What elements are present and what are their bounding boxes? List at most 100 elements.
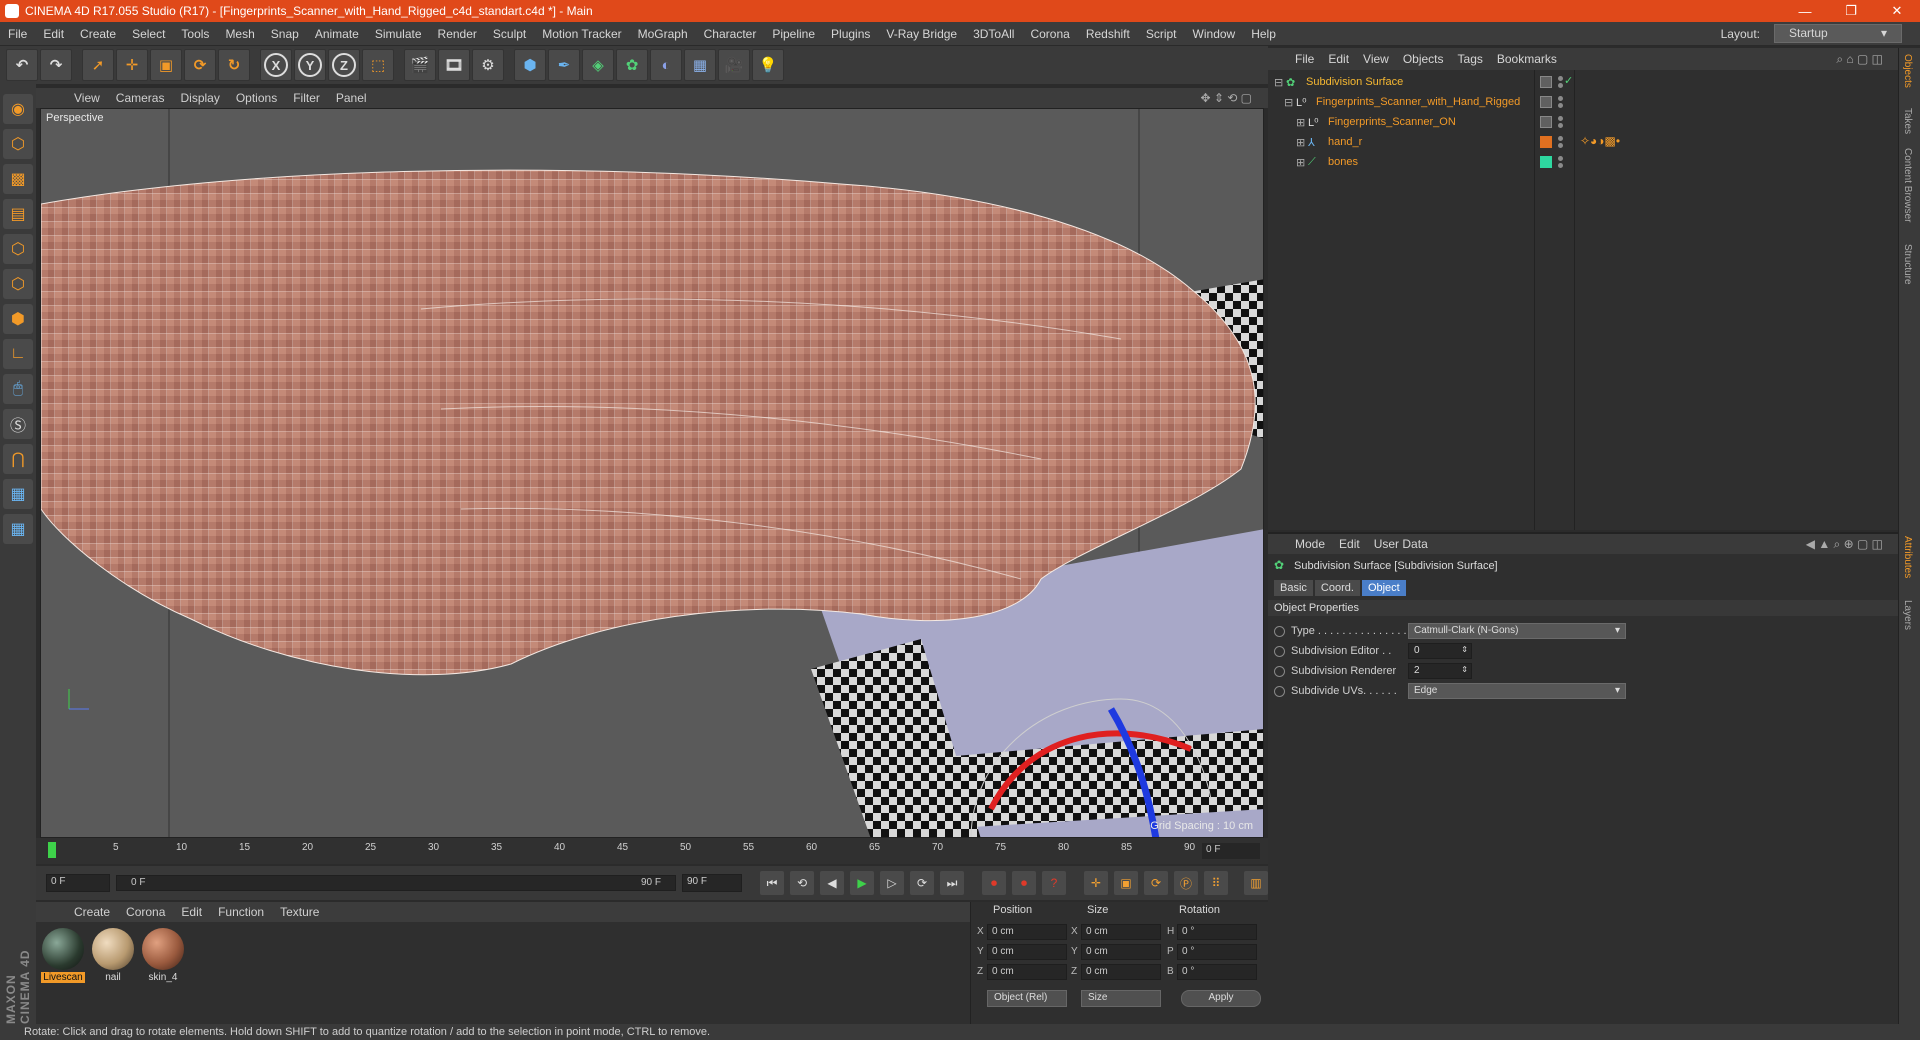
- perspective-viewport[interactable]: Perspective Grid Spacing : 10 cm: [40, 108, 1264, 838]
- animate-radio[interactable]: [1274, 625, 1285, 637]
- pen-button[interactable]: ✒: [548, 49, 580, 81]
- render-visibility-dot[interactable]: [1558, 103, 1563, 108]
- next-frame-button[interactable]: ▷: [880, 871, 904, 895]
- enabled-check-icon[interactable]: ✓: [1564, 74, 1573, 87]
- editor-visibility-dot[interactable]: [1558, 76, 1563, 81]
- menu-sculpt[interactable]: Sculpt: [485, 27, 534, 41]
- play-button[interactable]: ▶: [850, 871, 874, 895]
- object-menu-tags[interactable]: Tags: [1451, 52, 1490, 66]
- attributes-menu-edit[interactable]: Edit: [1332, 537, 1367, 551]
- redo-button[interactable]: ↷: [40, 49, 72, 81]
- menu-script[interactable]: Script: [1138, 27, 1185, 41]
- viewport-menu-panel[interactable]: Panel: [328, 91, 375, 105]
- key-scale-button[interactable]: ▣: [1114, 871, 1138, 895]
- frame-range-slider[interactable]: 0 F 90 F: [116, 875, 676, 891]
- autokey-button[interactable]: ⏺: [1012, 871, 1036, 895]
- x-axis-button[interactable]: X: [260, 49, 292, 81]
- menu-tools[interactable]: Tools: [173, 27, 217, 41]
- cube-button[interactable]: ⬢: [514, 49, 546, 81]
- editor-visibility-dot[interactable]: [1558, 136, 1563, 141]
- key-pla-button[interactable]: ⠿: [1204, 871, 1228, 895]
- subdivide-uvs-dropdown[interactable]: Edge ▾: [1408, 683, 1626, 699]
- object-menu-bookmarks[interactable]: Bookmarks: [1490, 52, 1564, 66]
- record-button[interactable]: ⏺: [982, 871, 1006, 895]
- key-position-button[interactable]: ✛: [1084, 871, 1108, 895]
- close-button[interactable]: ✕: [1874, 0, 1920, 22]
- animate-radio[interactable]: [1274, 685, 1285, 697]
- material-menu-create[interactable]: Create: [66, 905, 118, 919]
- deformer-button[interactable]: ◐: [650, 49, 682, 81]
- side-tab-content-browser[interactable]: Content Browser: [1902, 148, 1913, 222]
- side-tab-structure[interactable]: Structure: [1902, 244, 1913, 285]
- previous-frame-button[interactable]: ◀: [820, 871, 844, 895]
- magnet-button[interactable]: ⋂: [3, 444, 33, 474]
- menu-3dtoall[interactable]: 3DToAll: [965, 27, 1022, 41]
- timeline-ruler[interactable]: 0 5 10 15 20 25 30 35 40 45 50 55 60 65 …: [36, 838, 1268, 864]
- keyframe-selection-button[interactable]: ?: [1042, 871, 1066, 895]
- lock-workplane-button[interactable]: ▦: [3, 479, 33, 509]
- menu-create[interactable]: Create: [72, 27, 124, 41]
- menu-animate[interactable]: Animate: [307, 27, 367, 41]
- subdivision-renderer-field[interactable]: 2 ⇕: [1408, 663, 1472, 679]
- object-row[interactable]: ⊟ ✿ Subdivision Surface ✓: [1268, 72, 1898, 92]
- attributes-menu-user-data[interactable]: User Data: [1367, 537, 1435, 551]
- current-frame-field[interactable]: 0 F: [1202, 843, 1260, 859]
- editor-visibility-dot[interactable]: [1558, 96, 1563, 101]
- side-tab-layers[interactable]: Layers: [1902, 600, 1913, 630]
- object-menu-view[interactable]: View: [1356, 52, 1396, 66]
- render-visibility-dot[interactable]: [1558, 123, 1563, 128]
- floor-button[interactable]: ▦: [684, 49, 716, 81]
- side-tab-attributes[interactable]: Attributes: [1902, 536, 1913, 578]
- go-to-end-button[interactable]: ⏭: [940, 871, 964, 895]
- position-x-field[interactable]: 0 cm: [987, 924, 1067, 940]
- viewport-menu-view[interactable]: View: [66, 91, 108, 105]
- menu-mesh[interactable]: Mesh: [217, 27, 262, 41]
- position-z-field[interactable]: 0 cm: [987, 964, 1067, 980]
- y-axis-button[interactable]: Y: [294, 49, 326, 81]
- make-editable-button[interactable]: ◉: [3, 94, 33, 124]
- axis-mode-button[interactable]: ∟: [3, 339, 33, 369]
- viewport-menu-cameras[interactable]: Cameras: [108, 91, 173, 105]
- object-row[interactable]: ⊞ ⅄ hand_r ✧◕◑▩•: [1268, 132, 1898, 152]
- render-visibility-dot[interactable]: [1558, 163, 1563, 168]
- minimize-button[interactable]: —: [1782, 0, 1828, 22]
- menu-motion-tracker[interactable]: Motion Tracker: [534, 27, 629, 41]
- material-swatch[interactable]: skin_4: [140, 928, 186, 983]
- menu-corona[interactable]: Corona: [1022, 27, 1077, 41]
- menu-vray-bridge[interactable]: V-Ray Bridge: [878, 27, 965, 41]
- menu-file[interactable]: File: [0, 27, 35, 41]
- object-row[interactable]: ⊞ L⁰ Fingerprints_Scanner_ON: [1268, 112, 1898, 132]
- camera-button[interactable]: 🎥: [718, 49, 750, 81]
- attributes-nav-icons[interactable]: ◀ ▲ ⌕ ⊕ ▢ ◫: [1799, 537, 1890, 552]
- viewport-menu-filter[interactable]: Filter: [285, 91, 328, 105]
- object-menu-edit[interactable]: Edit: [1321, 52, 1356, 66]
- render-visibility-dot[interactable]: [1558, 143, 1563, 148]
- previous-key-button[interactable]: ⟲: [790, 871, 814, 895]
- viewport-nav-icons[interactable]: ✥ ⇕ ⟲ ▢: [1192, 91, 1260, 105]
- rotate-button[interactable]: ⟳: [184, 49, 216, 81]
- viewport-menu-display[interactable]: Display: [172, 91, 227, 105]
- planar-workplane-button[interactable]: ▦: [3, 514, 33, 544]
- tab-basic[interactable]: Basic: [1274, 580, 1313, 596]
- size-y-field[interactable]: 0 cm: [1081, 944, 1161, 960]
- apply-button[interactable]: Apply: [1181, 990, 1261, 1007]
- material-menu-function[interactable]: Function: [210, 905, 272, 919]
- animate-radio[interactable]: [1274, 645, 1285, 657]
- material-swatch[interactable]: Livescan: [40, 928, 86, 983]
- key-rotation-button[interactable]: ⟳: [1144, 871, 1168, 895]
- size-mode-dropdown[interactable]: Size: [1081, 990, 1161, 1007]
- size-z-field[interactable]: 0 cm: [1081, 964, 1161, 980]
- timeline-playhead[interactable]: [48, 842, 56, 858]
- start-frame-field[interactable]: 0 F: [46, 874, 110, 892]
- scale-button[interactable]: ▣: [150, 49, 182, 81]
- rotation-p-field[interactable]: 0 °: [1177, 944, 1257, 960]
- tab-coord[interactable]: Coord.: [1314, 580, 1360, 596]
- object-row[interactable]: ⊟ L⁰ Fingerprints_Scanner_with_Hand_Rigg…: [1268, 92, 1898, 112]
- menu-edit[interactable]: Edit: [35, 27, 72, 41]
- menu-simulate[interactable]: Simulate: [367, 27, 430, 41]
- stepper-icon[interactable]: ⇕: [1461, 665, 1468, 674]
- key-parameter-button[interactable]: Ⓟ: [1174, 871, 1198, 895]
- rotation-b-field[interactable]: 0 °: [1177, 964, 1257, 980]
- menu-plugins[interactable]: Plugins: [823, 27, 878, 41]
- polygons-mode-button[interactable]: ⬢: [3, 304, 33, 334]
